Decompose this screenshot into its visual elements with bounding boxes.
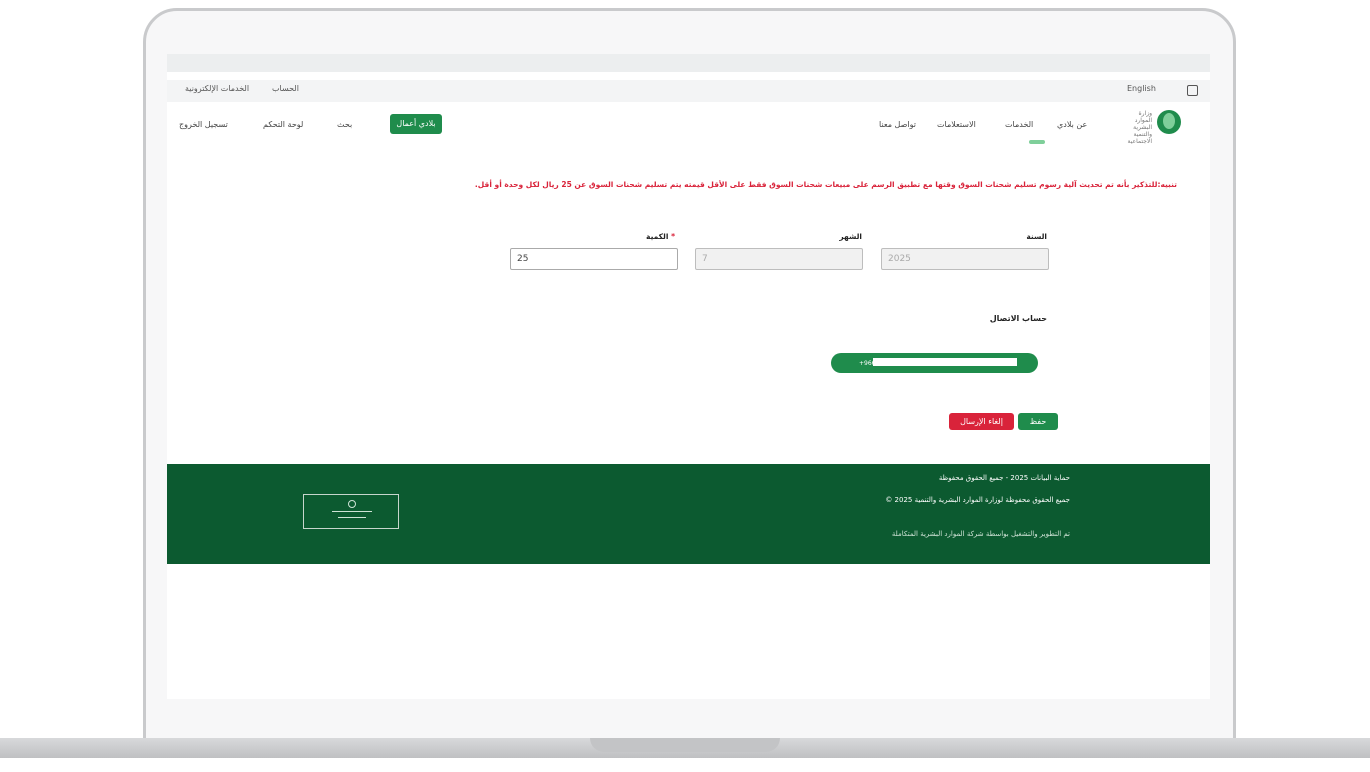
nav-active-indicator <box>1029 140 1045 144</box>
cert-line <box>332 511 372 512</box>
utility-bar: الخدمات الإلكترونية الحساب English <box>167 80 1210 102</box>
search-link[interactable]: بحث <box>337 120 352 129</box>
quantity-field[interactable]: 25 <box>510 248 678 270</box>
quantity-label: * الكمية <box>635 232 675 241</box>
submit-button[interactable]: حفظ <box>1018 413 1058 430</box>
notice-alert: تنبيه:للتذكير بأنه تم تحديث آلية رسوم تس… <box>474 180 1177 189</box>
screen: الخدمات الإلكترونية الحساب English تسجيل… <box>167 54 1210 699</box>
quantity-label-text: الكمية <box>646 232 669 241</box>
dashboard-link[interactable]: لوحة التحكم <box>263 120 303 129</box>
business-button[interactable]: بلادي أعمال <box>390 114 442 134</box>
contact-value-box <box>873 358 1017 366</box>
nav-item-inquiries[interactable]: الاستعلامات <box>937 120 976 129</box>
cancel-submission-button[interactable]: إلغاء الإرسال <box>949 413 1014 430</box>
footer-line-3: تم التطوير والتشغيل بواسطة شركة الموارد … <box>891 530 1070 538</box>
required-mark: * <box>671 232 675 241</box>
language-link[interactable]: English <box>1127 84 1156 93</box>
nav-item-services[interactable]: الخدمات <box>1005 120 1033 129</box>
footer: حماية البيانات 2025 - جميع الحقوق محفوظة… <box>167 464 1210 564</box>
palm-icon <box>1163 113 1175 129</box>
logo-text: وزارة الموارد البشرية والتنمية الاجتماعي… <box>1127 110 1152 145</box>
nav-item-contact[interactable]: تواصل معنا <box>879 120 916 129</box>
browser-strip <box>167 54 1210 72</box>
year-label: السنة <box>1026 232 1047 241</box>
account-link[interactable]: الحساب <box>272 84 299 93</box>
nav-item-about[interactable]: عن بلادي <box>1057 120 1087 129</box>
contact-section-title: حساب الاتصال <box>989 314 1047 323</box>
eservices-link[interactable]: الخدمات الإلكترونية <box>185 84 249 93</box>
contact-value: +966... <box>859 360 882 367</box>
month-label: الشهر <box>839 232 862 241</box>
laptop-notch <box>590 738 780 752</box>
month-field[interactable]: 7 <box>695 248 863 270</box>
logout-link[interactable]: تسجيل الخروج <box>179 120 228 129</box>
footer-line-2: جميع الحقوق محفوظة لوزارة الموارد البشري… <box>885 496 1070 504</box>
seal-icon <box>348 500 356 508</box>
year-field[interactable]: 2025 <box>881 248 1049 270</box>
cert-line <box>338 517 366 518</box>
page: الخدمات الإلكترونية الحساب English تسجيل… <box>167 72 1210 699</box>
footer-line-1: حماية البيانات 2025 - جميع الحقوق محفوظة <box>938 474 1070 482</box>
certificate-badge <box>303 494 399 529</box>
accessibility-icon[interactable] <box>1187 85 1198 96</box>
main-nav: تسجيل الخروج لوحة التحكم بحث بلادي أعمال… <box>167 104 1210 152</box>
